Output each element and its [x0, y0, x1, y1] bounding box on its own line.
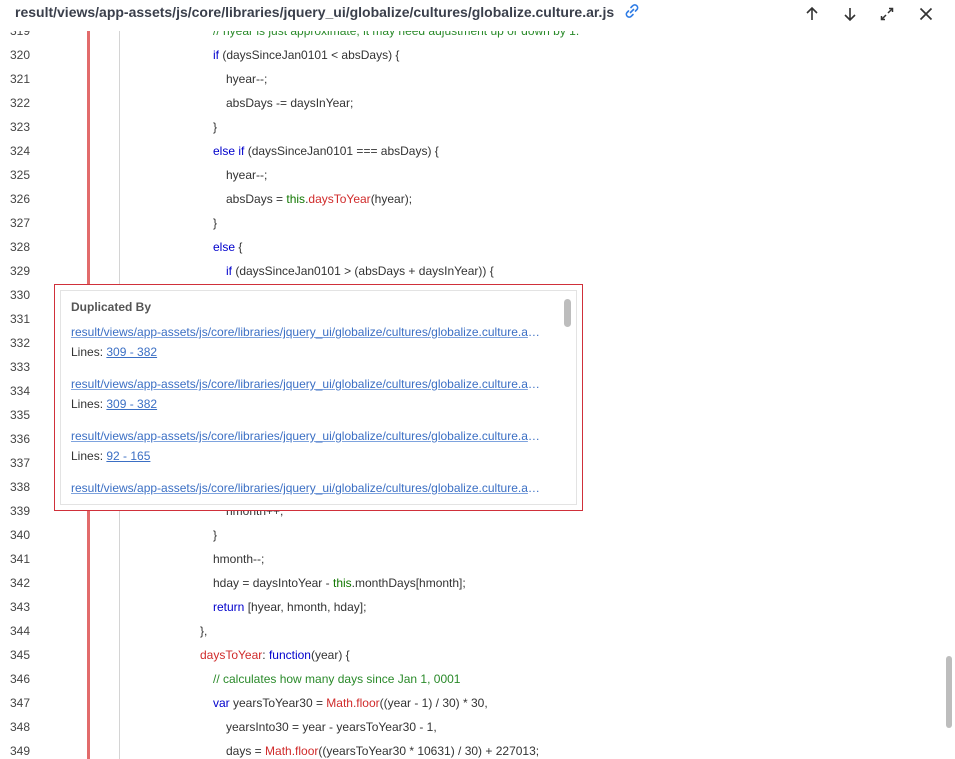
line-number: 329 — [10, 264, 31, 278]
lines-label: Lines: — [71, 449, 104, 463]
line-number: 337 — [10, 456, 31, 470]
duplicated-by-popup: Duplicated By result/views/app-assets/js… — [54, 284, 583, 511]
code-text: // hyear is just approximate, it may nee… — [213, 31, 580, 38]
line-number: 326 — [10, 192, 31, 206]
line-number: 330 — [10, 288, 31, 302]
vertical-scrollbar[interactable] — [944, 31, 955, 759]
line-number: 327 — [10, 216, 31, 230]
code-text: yearsInto30 = year - yearsToYear30 - 1, — [226, 720, 437, 734]
code-text: hyear--; — [226, 168, 268, 182]
code-text: } — [213, 120, 218, 134]
arrow-down-icon[interactable] — [839, 3, 861, 25]
line-number: 345 — [10, 648, 31, 662]
code-text: return [hyear, hmonth, hday]; — [213, 600, 367, 614]
duplicate-lines: Lines: 309 - 382 — [71, 343, 541, 361]
duplicate-entry: result/views/app-assets/js/core/librarie… — [71, 323, 541, 361]
line-number: 319 — [10, 31, 31, 38]
line-number: 348 — [10, 720, 31, 734]
code-text: else { — [213, 240, 243, 254]
duplicate-file-link[interactable]: result/views/app-assets/js/core/librarie… — [71, 479, 541, 497]
line-number: 343 — [10, 600, 31, 614]
code-text: else if (daysSinceJan0101 === absDays) { — [213, 144, 439, 158]
line-number: 336 — [10, 432, 31, 446]
duplicated-by-panel[interactable]: Duplicated By result/views/app-assets/js… — [60, 290, 577, 505]
line-number: 328 — [10, 240, 31, 254]
line-number: 347 — [10, 696, 31, 710]
popup-title: Duplicated By — [71, 300, 152, 314]
code-text: if (daysSinceJan0101 > (absDays + daysIn… — [226, 264, 494, 278]
line-number: 324 — [10, 144, 31, 158]
duplicate-entry: result/views/app-assets/js/core/librarie… — [71, 427, 541, 465]
file-path-text: result/views/app-assets/js/core/librarie… — [15, 4, 615, 20]
code-text: hmonth--; — [213, 552, 265, 566]
code-text: } — [213, 216, 218, 230]
expand-icon[interactable] — [876, 3, 898, 25]
file-path-title: result/views/app-assets/js/core/librarie… — [15, 3, 640, 22]
line-number: 334 — [10, 384, 31, 398]
line-number: 333 — [10, 360, 31, 374]
line-number: 349 — [10, 744, 31, 758]
arrow-up-icon[interactable] — [801, 3, 823, 25]
line-number: 322 — [10, 96, 31, 110]
duplicate-entry: result/views/app-assets/js/core/librarie… — [71, 479, 541, 497]
line-number: 346 — [10, 672, 31, 686]
lines-label: Lines: — [71, 345, 104, 359]
duplicate-file-link[interactable]: result/views/app-assets/js/core/librarie… — [71, 427, 541, 445]
line-number: 342 — [10, 576, 31, 590]
vertical-scrollbar-thumb[interactable] — [946, 656, 952, 728]
duplicate-entry: result/views/app-assets/js/core/librarie… — [71, 375, 541, 413]
line-number: 341 — [10, 552, 31, 566]
code-text: absDays -= daysInYear; — [226, 96, 354, 110]
code-text: absDays = this.daysToYear(hyear); — [226, 192, 413, 206]
duplicate-lines: Lines: 92 - 165 — [71, 447, 541, 465]
duplicate-range-link[interactable]: 309 - 382 — [106, 345, 157, 359]
line-number: 320 — [10, 48, 31, 62]
line-number: 340 — [10, 528, 31, 542]
code-text: if (daysSinceJan0101 < absDays) { — [213, 48, 400, 62]
file-header: result/views/app-assets/js/core/librarie… — [0, 0, 955, 31]
line-number: 321 — [10, 72, 31, 86]
popup-scrollbar-thumb[interactable] — [564, 299, 571, 327]
line-number: 338 — [10, 480, 31, 494]
close-icon[interactable] — [915, 3, 937, 25]
line-number: 339 — [10, 504, 31, 518]
link-icon[interactable] — [624, 3, 640, 22]
duplicate-range-link[interactable]: 92 - 165 — [106, 449, 150, 463]
lines-label: Lines: — [71, 397, 104, 411]
duplicate-file-link[interactable]: result/views/app-assets/js/core/librarie… — [71, 323, 541, 341]
line-number: 332 — [10, 336, 31, 350]
line-number: 331 — [10, 312, 31, 326]
code-text: hyear--; — [226, 72, 268, 86]
line-number: 323 — [10, 120, 31, 134]
duplicate-file-link[interactable]: result/views/app-assets/js/core/librarie… — [71, 375, 541, 393]
duplicate-range-link[interactable]: 309 - 382 — [106, 397, 157, 411]
line-number: 335 — [10, 408, 31, 422]
code-text: // calculates how many days since Jan 1,… — [213, 672, 461, 686]
line-number: 325 — [10, 168, 31, 182]
code-text: var yearsToYear30 = Math.floor((year - 1… — [213, 696, 488, 710]
code-text: daysToYear: function(year) { — [200, 648, 350, 662]
code-text: }, — [200, 624, 208, 638]
duplicate-lines: Lines: 309 - 382 — [71, 395, 541, 413]
code-text: } — [213, 528, 218, 542]
code-text: hday = daysIntoYear - this.monthDays[hmo… — [213, 576, 466, 590]
code-text: days = Math.floor((yearsToYear30 * 10631… — [226, 744, 540, 758]
line-number: 344 — [10, 624, 31, 638]
